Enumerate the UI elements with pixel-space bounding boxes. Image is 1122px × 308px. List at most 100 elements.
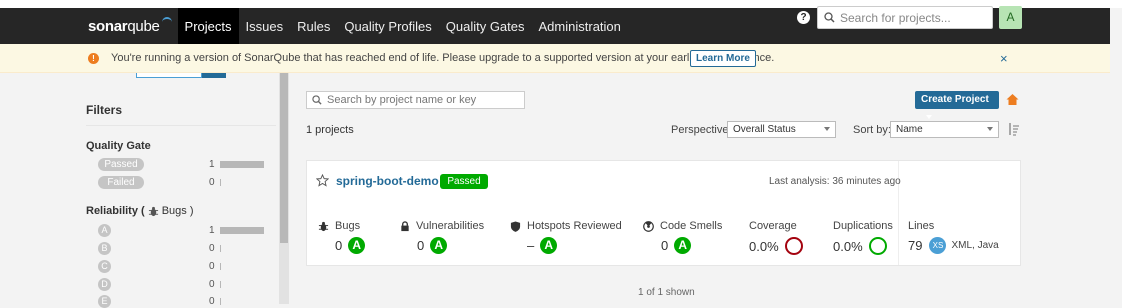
filter-passed-bar	[220, 161, 264, 168]
create-project-button[interactable]: Create Project	[915, 91, 999, 120]
filter-rating-a[interactable]: A	[98, 224, 111, 237]
metric-coverage-label: Coverage	[749, 220, 797, 232]
filters-title: Filters	[86, 103, 123, 117]
bug-icon	[318, 221, 329, 231]
hotspots-value: –	[527, 238, 535, 253]
code-smells-label-text: Code Smells	[660, 220, 723, 232]
perspective-value: Overall Status	[733, 124, 796, 135]
nav-projects[interactable]: Projects	[177, 8, 239, 44]
perspective-select[interactable]: Overall Status	[727, 121, 836, 138]
lock-icon	[401, 220, 409, 231]
metric-hotspots-value[interactable]: – A	[527, 237, 558, 254]
metric-coverage-value[interactable]: 0.0%	[749, 237, 803, 255]
nav-administration[interactable]: Administration	[532, 8, 628, 44]
filter-rating-a-bar	[220, 227, 264, 234]
coverage-value: 0.0%	[749, 238, 779, 254]
filter-failed[interactable]: Failed	[98, 176, 144, 189]
filter-rating-d-count: 0	[209, 279, 215, 290]
vulnerabilities-rating-badge: A	[430, 237, 448, 254]
metric-duplications-label: Duplications	[833, 220, 893, 232]
metric-vulnerabilities-label: Vulnerabilities	[400, 220, 484, 232]
metric-duplications-value[interactable]: 0.0%	[833, 237, 887, 255]
divider	[86, 125, 276, 126]
filter-rating-e[interactable]: E	[98, 295, 111, 308]
metric-bugs-value[interactable]: 0A	[335, 237, 366, 254]
vulnerabilities-count: 0	[417, 238, 425, 253]
search-icon	[824, 12, 835, 23]
sonarqube-logo[interactable]: sonarqube	[88, 16, 172, 35]
hotspots-rating-badge: A	[540, 237, 558, 254]
code-smells-rating-badge: A	[674, 237, 692, 254]
filter-failed-count: 0	[209, 177, 215, 188]
reliability-filter-title: Reliability ( Bugs )	[86, 205, 193, 217]
chevron-down-icon	[824, 127, 830, 131]
bugs-count: 0	[335, 238, 343, 253]
metric-lines-value: 79 XS XML, Java	[908, 237, 999, 254]
lines-value: 79	[908, 238, 923, 253]
filter-passed-count: 1	[209, 159, 215, 170]
global-search-input[interactable]: Search for projects...	[817, 6, 993, 29]
bug-icon	[148, 206, 158, 216]
project-name-link[interactable]: spring-boot-demo	[336, 174, 439, 188]
reliability-suffix: Bugs )	[161, 205, 194, 217]
banner-message: You're running a version of SonarQube th…	[111, 52, 775, 64]
nav-quality-profiles[interactable]: Quality Profiles	[337, 8, 438, 44]
reliability-label: Reliability (	[86, 205, 145, 217]
global-search-placeholder: Search for projects...	[840, 10, 951, 25]
scrollbar-thumb[interactable]	[280, 73, 288, 243]
close-icon[interactable]: ×	[1000, 51, 1008, 66]
filter-rating-c[interactable]: C	[98, 260, 111, 273]
coverage-donut-icon	[784, 237, 803, 255]
size-rating-badge: XS	[929, 237, 947, 254]
sort-value: Name	[896, 124, 923, 135]
nav-issues[interactable]: Issues	[239, 8, 291, 44]
learn-more-button[interactable]: Learn More	[690, 50, 756, 67]
shield-icon	[510, 220, 521, 232]
code-smell-icon	[643, 220, 654, 232]
project-search-placeholder: Search by project name or key	[327, 94, 477, 106]
home-icon[interactable]	[1006, 93, 1019, 106]
sort-order-icon[interactable]	[1008, 122, 1020, 136]
duplications-donut-icon	[868, 237, 887, 255]
filter-rating-b[interactable]: B	[98, 242, 111, 255]
vulnerabilities-label-text: Vulnerabilities	[416, 220, 485, 232]
filter-rating-e-count: 0	[209, 296, 215, 307]
nav-rules[interactable]: Rules	[290, 8, 337, 44]
bugs-rating-badge: A	[348, 237, 366, 254]
avatar[interactable]: A	[999, 6, 1022, 29]
status-badge: Passed	[440, 174, 488, 189]
code-smells-count: 0	[661, 238, 669, 253]
bugs-label-text: Bugs	[335, 220, 361, 232]
filter-rating-a-count: 1	[209, 225, 215, 236]
search-icon	[312, 95, 322, 105]
sidebar-button-partial[interactable]	[202, 73, 226, 78]
filter-rating-b-count: 0	[209, 243, 215, 254]
metric-code-smells-value[interactable]: 0A	[661, 237, 692, 254]
filter-rating-c-bar	[220, 263, 221, 270]
filter-rating-b-bar	[220, 245, 221, 252]
sidebar-input-partial[interactable]	[136, 73, 202, 78]
filter-passed[interactable]: Passed	[98, 158, 144, 171]
filter-rating-d[interactable]: D	[98, 278, 111, 291]
languages: XML, Java	[951, 240, 999, 251]
nav-quality-gates[interactable]: Quality Gates	[439, 8, 532, 44]
star-icon[interactable]	[316, 174, 329, 187]
quality-gate-filter-title: Quality Gate	[86, 140, 151, 152]
filter-rating-c-count: 0	[209, 261, 215, 272]
warning-icon: !	[88, 53, 99, 64]
metric-lines-label: Lines	[908, 220, 935, 232]
sidebar-scrollbar[interactable]	[279, 73, 289, 304]
filters-sidebar	[0, 73, 290, 304]
pagination-footer: 1 of 1 shown	[638, 287, 695, 298]
project-search-input[interactable]: Search by project name or key	[306, 91, 525, 109]
sort-select[interactable]: Name	[890, 121, 999, 138]
help-icon[interactable]: ?	[797, 11, 810, 24]
perspective-label: Perspective:	[671, 124, 732, 136]
chevron-down-icon	[987, 127, 993, 131]
sort-label: Sort by:	[853, 124, 891, 136]
metric-vulnerabilities-value[interactable]: 0A	[417, 237, 448, 254]
last-analysis: Last analysis: 36 minutes ago	[769, 176, 901, 187]
project-count: 1 projects	[306, 124, 354, 136]
create-project-label: Create Project	[921, 94, 989, 105]
eol-warning-banner: ! You're running a version of SonarQube …	[0, 44, 1110, 73]
